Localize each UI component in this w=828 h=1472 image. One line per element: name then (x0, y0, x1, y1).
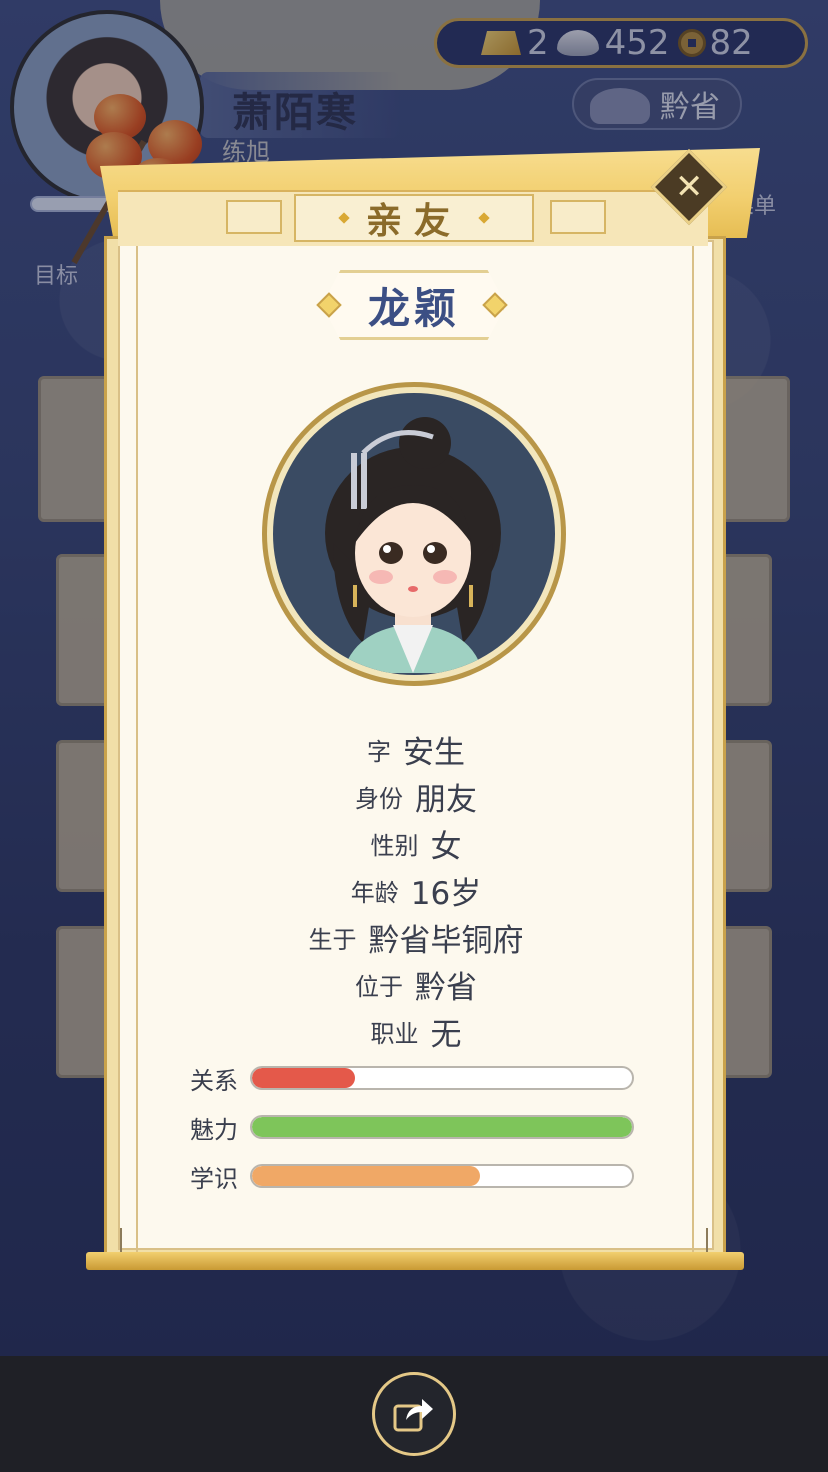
close-icon: ✕ (674, 167, 704, 207)
stat-bar-fill (252, 1068, 355, 1088)
info-row-courtesy-name: 字 安生 (118, 726, 714, 773)
stat-knowledge: 学识 (190, 1161, 640, 1193)
stat-bar (250, 1164, 634, 1188)
dialog-title: 亲友 (365, 201, 462, 242)
stat-relationship: 关系 (190, 1063, 640, 1095)
stat-bar-fill (252, 1117, 632, 1137)
stat-bar (250, 1115, 634, 1139)
info-row-gender: 性别 女 (118, 820, 714, 867)
header-ornament-left (226, 200, 282, 234)
info-row-location: 位于 黔省 (118, 961, 714, 1008)
share-button[interactable] (372, 1372, 456, 1456)
info-value: 黔省毕铜府 (368, 923, 524, 959)
character-name-plate: 龙颖 (322, 270, 506, 340)
header-ornament-right (550, 200, 606, 234)
info-row-occupation: 职业 无 (118, 1008, 714, 1055)
stat-label: 关系 (190, 1066, 238, 1095)
scroll-bottom-rod (86, 1252, 744, 1270)
info-value: 朋友 (415, 782, 477, 818)
info-key: 字 (367, 738, 391, 766)
info-value: 无 (430, 1017, 462, 1053)
stat-label: 魅力 (190, 1115, 238, 1144)
title-ornament-dot (338, 212, 350, 224)
stat-bar (250, 1066, 634, 1090)
character-portrait-illustration (325, 417, 501, 673)
share-icon (393, 1399, 433, 1432)
corner-ornament (120, 1228, 146, 1254)
info-key: 年龄 (350, 879, 399, 907)
corner-ornament (682, 1228, 708, 1254)
info-row-age: 年龄 16岁 (118, 867, 714, 914)
character-portrait-frame (262, 382, 566, 686)
info-key: 生于 (308, 926, 357, 954)
info-value: 安生 (403, 735, 465, 771)
info-value: 黔省 (415, 970, 477, 1006)
character-name: 龙颖 (367, 283, 460, 333)
stat-label: 学识 (190, 1164, 238, 1193)
info-value: 女 (430, 829, 462, 865)
character-portrait (273, 393, 555, 675)
stat-charm: 魅力 (190, 1112, 640, 1144)
title-ornament-dot (478, 212, 490, 224)
info-value: 16岁 (410, 876, 482, 912)
info-row-birthplace: 生于 黔省毕铜府 (118, 914, 714, 961)
info-key: 职业 (370, 1020, 419, 1048)
info-key: 身份 (355, 785, 403, 813)
dialog-title-plate: 亲友 (294, 194, 534, 242)
info-row-identity: 身份 朋友 (118, 773, 714, 820)
info-key: 位于 (355, 973, 403, 1001)
character-info-list: 字 安生 身份 朋友 性别 女 年龄 16岁 生于 黔省毕铜府 位于 黔省 职业… (118, 726, 714, 1055)
info-key: 性别 (370, 832, 419, 860)
stat-bar-fill (252, 1166, 480, 1186)
